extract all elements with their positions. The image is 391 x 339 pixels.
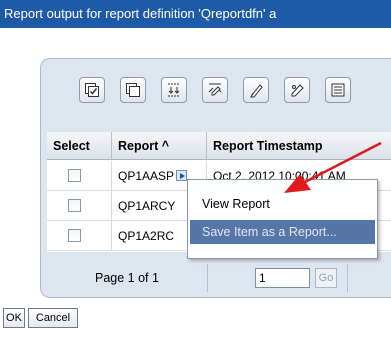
- cancel-button[interactable]: Cancel: [28, 308, 78, 328]
- deselect-all-button[interactable]: [120, 77, 146, 103]
- edit-sort-icon: [250, 84, 263, 98]
- row-menu-icon[interactable]: [176, 170, 188, 182]
- page-indicator: Page 1 of 1: [95, 271, 159, 285]
- pager-divider: [207, 264, 208, 292]
- select-cell: [47, 161, 112, 191]
- edit-sort-button[interactable]: [243, 77, 269, 103]
- select-all-icon: [85, 83, 99, 97]
- filter-button[interactable]: [202, 77, 228, 103]
- pager-divider: [347, 264, 348, 292]
- column-header-select[interactable]: Select: [47, 132, 112, 160]
- column-header-report[interactable]: Report ^: [112, 132, 207, 160]
- menu-item-view-report[interactable]: View Report: [190, 192, 375, 216]
- deselect-all-icon: [126, 83, 140, 97]
- go-button[interactable]: Go: [315, 268, 337, 288]
- table-toolbar: [79, 77, 366, 107]
- row-checkbox[interactable]: [68, 169, 81, 182]
- expand-button[interactable]: [161, 77, 187, 103]
- window-title-bar: Report output for report definition 'Qre…: [0, 0, 391, 28]
- expand-icon: [168, 83, 180, 97]
- page-number-input[interactable]: 1: [255, 268, 310, 288]
- menu-item-save-item-as-report[interactable]: Save Item as a Report...: [190, 220, 375, 244]
- clear-filter-button[interactable]: [284, 77, 310, 103]
- clear-filter-icon: [291, 84, 304, 97]
- row-checkbox[interactable]: [68, 229, 81, 242]
- context-menu: View Report Save Item as a Report...: [187, 179, 378, 259]
- pagination-bar: Page 1 of 1 1 Go: [47, 262, 391, 294]
- more-actions-button[interactable]: [325, 77, 351, 103]
- row-checkbox[interactable]: [68, 199, 81, 212]
- column-header-report-timestamp[interactable]: Report Timestamp: [207, 132, 391, 160]
- more-actions-icon: [331, 83, 345, 97]
- select-cell: [47, 191, 112, 221]
- select-all-button[interactable]: [79, 77, 105, 103]
- report-output-panel: Select Report ^ Report Timestamp QP1AASP…: [40, 58, 391, 298]
- select-cell: [47, 221, 112, 251]
- filter-icon: [208, 83, 222, 96]
- report-name: QP1AASP: [118, 169, 175, 183]
- ok-button[interactable]: OK: [3, 308, 25, 328]
